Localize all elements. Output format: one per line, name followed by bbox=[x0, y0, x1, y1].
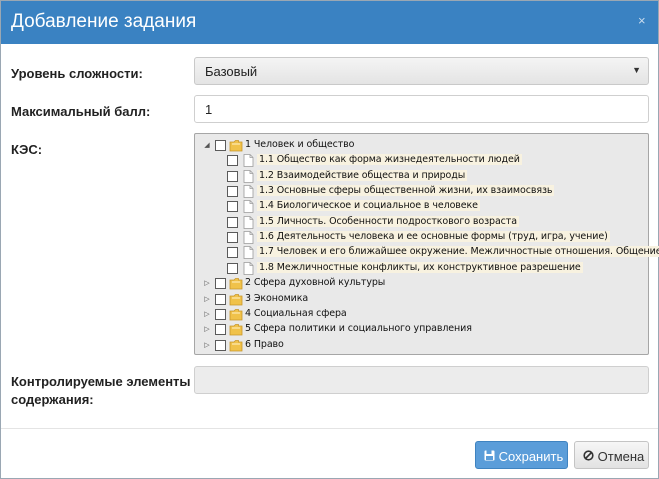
add-task-dialog: Добавление задания × Уровень сложности: … bbox=[0, 0, 659, 479]
file-icon bbox=[241, 261, 255, 276]
tree-node-checkbox[interactable] bbox=[227, 170, 238, 182]
folder-icon bbox=[229, 138, 243, 153]
tree-node-checkbox[interactable] bbox=[215, 140, 226, 151]
close-icon[interactable]: × bbox=[638, 13, 646, 29]
tree-node-label[interactable]: 5 Сфера политики и социального управлени… bbox=[245, 323, 472, 334]
expanded-arrow-icon[interactable]: ◢ bbox=[202, 138, 212, 153]
tree-node-topic[interactable]: 1.2 Взаимодействие общества и природы bbox=[195, 169, 645, 184]
max-score-input[interactable]: 1 bbox=[194, 95, 649, 123]
tree-node-section[interactable]: ▷ 2 Сфера духовной культуры bbox=[195, 276, 645, 291]
max-score-label: Максимальный балл: bbox=[11, 104, 151, 119]
tree-node-checkbox[interactable] bbox=[227, 201, 238, 213]
tree-node-checkbox[interactable] bbox=[227, 232, 238, 244]
tree-node-label[interactable]: 1.6 Деятельность человека и ее основные … bbox=[257, 231, 610, 243]
file-icon bbox=[241, 153, 255, 168]
folder-icon bbox=[229, 338, 243, 353]
tree-node-topic[interactable]: 1.5 Личность. Особенности подросткового … bbox=[195, 215, 645, 230]
folder-icon bbox=[229, 322, 243, 337]
tree-node-section[interactable]: ▷ 4 Социальная сфера bbox=[195, 307, 645, 322]
tree-node-checkbox[interactable] bbox=[227, 216, 238, 228]
file-icon bbox=[241, 215, 255, 230]
tree-node-label[interactable]: 3 Экономика bbox=[245, 293, 308, 304]
tree-node-label[interactable]: 1.8 Межличностные конфликты, их конструк… bbox=[257, 261, 583, 273]
file-icon bbox=[241, 230, 255, 245]
tree-node-topic[interactable]: 1.4 Биологическое и социальное в человек… bbox=[195, 199, 645, 214]
tree-node-topic[interactable]: 1.3 Основные сферы общественной жизни, и… bbox=[195, 184, 645, 199]
dialog-header: Добавление задания × bbox=[1, 1, 658, 44]
tree-node-checkbox[interactable] bbox=[227, 262, 238, 274]
tree-node-label[interactable]: 1.2 Взаимодействие общества и природы bbox=[257, 169, 468, 181]
tree-node-section[interactable]: ▷ 3 Экономика bbox=[195, 292, 645, 307]
cancel-button-label: Отмена bbox=[597, 449, 645, 465]
difficulty-select[interactable]: Базовый ▼ bbox=[194, 57, 649, 85]
tree-node-label[interactable]: 6 Право bbox=[245, 339, 284, 350]
controlled-elements-field bbox=[194, 366, 649, 394]
collapsed-arrow-icon[interactable]: ▷ bbox=[202, 338, 212, 353]
footer-divider bbox=[1, 428, 658, 429]
tree-node-topic[interactable]: 1.6 Деятельность человека и ее основные … bbox=[195, 230, 645, 245]
collapsed-arrow-icon[interactable]: ▷ bbox=[202, 292, 212, 307]
save-button[interactable]: Сохранить bbox=[475, 441, 568, 469]
folder-icon bbox=[229, 292, 243, 307]
tree-node-topic[interactable]: 1.8 Межличностные конфликты, их конструк… bbox=[195, 261, 645, 276]
file-icon bbox=[241, 184, 255, 199]
tree-node-label[interactable]: 2 Сфера духовной культуры bbox=[245, 277, 385, 288]
tree-node-topic[interactable]: 1.1 Общество как форма жизнедеятельности… bbox=[195, 153, 645, 168]
tree-node-checkbox[interactable] bbox=[227, 247, 238, 259]
folder-icon bbox=[229, 307, 243, 322]
difficulty-label: Уровень сложности: bbox=[11, 66, 143, 81]
file-icon bbox=[241, 245, 255, 260]
tree-node-checkbox[interactable] bbox=[215, 339, 226, 351]
tree-node-label[interactable]: 1.1 Общество как форма жизнедеятельности… bbox=[257, 154, 522, 166]
tree-node-section[interactable]: ◢ 1 Человек и общество bbox=[195, 138, 645, 153]
tree-node-section[interactable]: ▷ 6 Право bbox=[195, 338, 645, 353]
controlled-elements-label: Контролируемые элементы содержания: bbox=[11, 374, 191, 407]
tree-node-label[interactable]: 1.4 Биологическое и социальное в человек… bbox=[257, 200, 480, 212]
file-icon bbox=[241, 199, 255, 214]
tree-node-label[interactable]: 1.3 Основные сферы общественной жизни, и… bbox=[257, 185, 555, 197]
tree-node-label[interactable]: 1 Человек и общество bbox=[245, 139, 354, 150]
file-icon bbox=[241, 169, 255, 184]
tree-node-label[interactable]: 1.7 Человек и его ближайшее окружение. М… bbox=[257, 246, 659, 258]
ban-icon bbox=[583, 449, 594, 464]
difficulty-selected-value: Базовый bbox=[205, 64, 258, 79]
cancel-button[interactable]: Отмена bbox=[574, 441, 649, 469]
tree-node-checkbox[interactable] bbox=[215, 308, 226, 320]
save-icon bbox=[484, 449, 495, 464]
controlled-elements-label-line2: содержания: bbox=[11, 392, 94, 407]
collapsed-arrow-icon[interactable]: ▷ bbox=[202, 322, 212, 337]
tree-node-checkbox[interactable] bbox=[215, 324, 226, 336]
kes-tree[interactable]: ◢ 1 Человек и общество 1.1 Общество как фо… bbox=[194, 133, 659, 355]
tree-node-topic[interactable]: 1.7 Человек и его ближайшее окружение. М… bbox=[195, 245, 659, 260]
controlled-elements-label-line1: Контролируемые элементы bbox=[11, 374, 191, 389]
save-button-label: Сохранить bbox=[498, 449, 564, 465]
tree-node-checkbox[interactable] bbox=[215, 293, 226, 305]
caret-down-icon: ▼ bbox=[632, 65, 641, 75]
dialog-title: Добавление задания bbox=[11, 11, 197, 32]
folder-icon bbox=[229, 276, 243, 291]
tree-node-section[interactable]: ▷ 5 Сфера политики и социального управлен… bbox=[195, 322, 645, 337]
tree-node-checkbox[interactable] bbox=[227, 186, 238, 198]
kes-label: КЭС: bbox=[11, 142, 43, 157]
tree-node-label[interactable]: 1.5 Личность. Особенности подросткового … bbox=[257, 215, 519, 227]
tree-node-label[interactable]: 4 Социальная сфера bbox=[245, 308, 347, 319]
tree-node-checkbox[interactable] bbox=[227, 155, 238, 167]
collapsed-arrow-icon[interactable]: ▷ bbox=[202, 276, 212, 291]
collapsed-arrow-icon[interactable]: ▷ bbox=[202, 307, 212, 322]
tree-node-checkbox[interactable] bbox=[215, 278, 226, 290]
